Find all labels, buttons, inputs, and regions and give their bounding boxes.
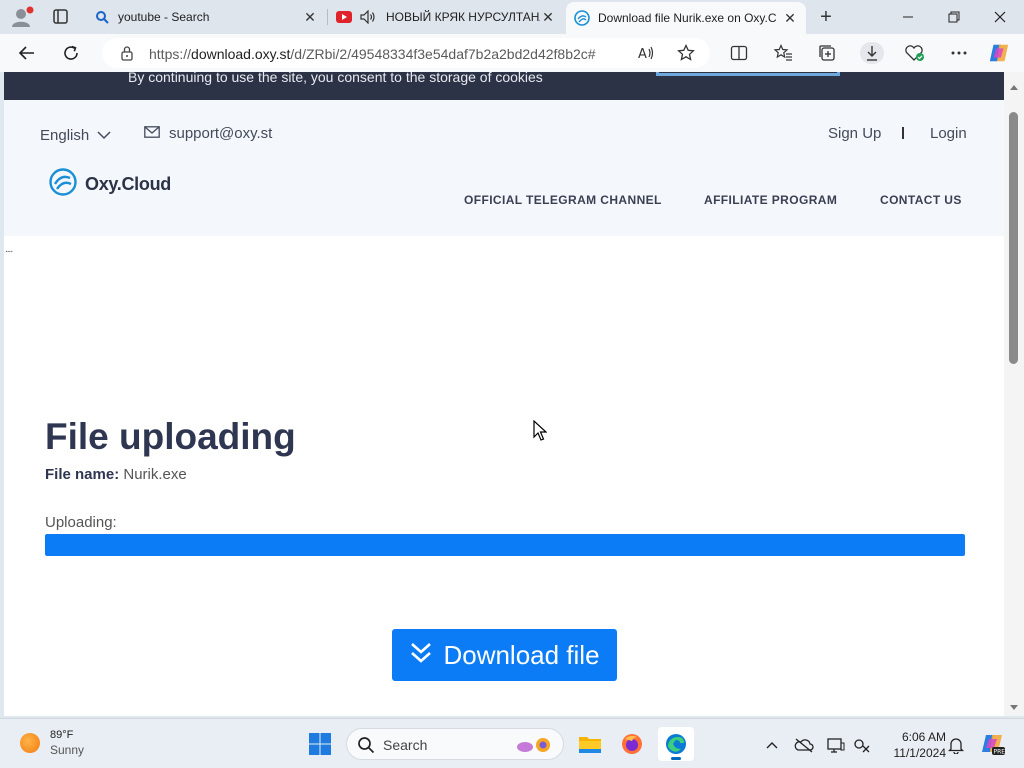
favorites-icon[interactable] bbox=[772, 42, 794, 64]
speaker-icon[interactable] bbox=[360, 9, 376, 25]
close-icon[interactable]: ✕ bbox=[540, 9, 556, 25]
new-tab-button[interactable]: + bbox=[814, 6, 838, 30]
oxy-cloud-logo-icon bbox=[49, 168, 77, 201]
support-email-link[interactable]: support@oxy.st bbox=[144, 125, 272, 142]
site-logo[interactable]: Oxy.Cloud bbox=[49, 168, 171, 201]
upload-progress-fill bbox=[45, 534, 965, 556]
web-page: By continuing to use the site, you conse… bbox=[4, 72, 1004, 716]
profile-avatar-icon[interactable] bbox=[8, 5, 36, 29]
notification-bell-icon[interactable] bbox=[946, 735, 966, 755]
onedrive-off-icon[interactable] bbox=[794, 735, 814, 755]
favorite-star-icon[interactable] bbox=[676, 43, 696, 63]
tab-title: Download file Nurik.exe on Oxy.C bbox=[598, 11, 777, 25]
windows-start-icon[interactable] bbox=[308, 732, 332, 756]
header-divider bbox=[902, 127, 904, 139]
refresh-button[interactable] bbox=[58, 40, 84, 66]
page-scrollbar[interactable] bbox=[1004, 72, 1024, 716]
ellipsis-text: .... bbox=[5, 244, 13, 255]
weather-widget[interactable]: 89°F Sunny bbox=[20, 728, 84, 758]
tab-title: НОВЫЙ КРЯК НУРСУЛТАНА bbox=[386, 10, 540, 24]
tab-youtube-search[interactable]: youtube - Search ✕ bbox=[86, 2, 326, 32]
download-button-label: Download file bbox=[443, 639, 600, 670]
lock-icon[interactable] bbox=[120, 45, 134, 61]
back-button[interactable] bbox=[14, 40, 40, 66]
tab-actions-icon[interactable] bbox=[44, 5, 76, 29]
login-link[interactable]: Login bbox=[930, 125, 967, 142]
upload-progress-bar bbox=[45, 534, 965, 556]
url-text[interactable]: https://download.oxy.st/d/ZRbi/2/4954833… bbox=[149, 46, 609, 62]
nav-contact-us[interactable]: CONTACT US bbox=[880, 193, 962, 207]
minimize-button[interactable] bbox=[886, 4, 930, 30]
downloads-icon[interactable] bbox=[860, 42, 884, 64]
copilot-preview-icon[interactable]: PRE bbox=[980, 731, 1006, 757]
tab-oxy-download[interactable]: Download file Nurik.exe on Oxy.C ✕ bbox=[566, 2, 806, 34]
cookie-banner: By continuing to use the site, you conse… bbox=[4, 72, 1004, 100]
scrollbar-thumb[interactable] bbox=[1009, 112, 1018, 364]
browser-toolbar: https://download.oxy.st/d/ZRbi/2/4954833… bbox=[0, 34, 1024, 72]
search-icon bbox=[357, 736, 375, 759]
mail-icon bbox=[144, 125, 160, 142]
url-path: /d/ZRbi/2/49548334f3e54daf7b2a2bd2d42f8b… bbox=[290, 46, 596, 62]
svg-text:A: A bbox=[638, 47, 647, 61]
cookie-accept-button[interactable] bbox=[656, 72, 840, 76]
chevron-down-icon bbox=[97, 127, 111, 144]
tab-youtube-video[interactable]: НОВЫЙ КРЯК НУРСУЛТАНА ✕ bbox=[328, 2, 564, 32]
sign-up-link[interactable]: Sign Up bbox=[828, 125, 881, 142]
edge-icon[interactable] bbox=[658, 727, 694, 761]
taskbar-search-label: Search bbox=[383, 737, 428, 753]
file-name-row: File name: Nurik.exe bbox=[45, 466, 187, 483]
site-header: English support@oxy.st Sign Up Login Oxy… bbox=[4, 100, 1004, 236]
collections-icon[interactable] bbox=[816, 42, 838, 64]
browser-tab-strip: youtube - Search ✕ НОВЫЙ КРЯК НУРСУЛТАНА… bbox=[0, 0, 1024, 34]
chevron-up-icon[interactable] bbox=[762, 735, 782, 755]
search-icon bbox=[94, 9, 110, 25]
oxy-cloud-icon bbox=[574, 10, 590, 26]
youtube-icon bbox=[336, 9, 352, 25]
search-highlight-icon bbox=[515, 735, 555, 755]
firefox-icon[interactable] bbox=[614, 727, 650, 761]
restore-button[interactable] bbox=[932, 4, 976, 30]
tab-title: youtube - Search bbox=[118, 10, 210, 24]
mouse-cursor-icon bbox=[533, 419, 548, 447]
uploading-label: Uploading: bbox=[45, 514, 117, 531]
display-icon[interactable] bbox=[826, 735, 846, 755]
taskbar-search[interactable]: Search bbox=[346, 728, 564, 760]
url-scheme: https:// bbox=[149, 46, 192, 62]
cookie-notice-text: By continuing to use the site, you conse… bbox=[128, 72, 543, 85]
file-explorer-icon[interactable] bbox=[572, 727, 608, 761]
read-aloud-icon[interactable]: A bbox=[636, 43, 656, 63]
url-host: download.oxy.st bbox=[191, 46, 291, 62]
clock-date: 11/1/2024 bbox=[893, 746, 947, 760]
more-menu-icon[interactable] bbox=[948, 42, 970, 64]
close-window-button[interactable] bbox=[978, 4, 1022, 30]
windows-taskbar: 89°F Sunny Search 6:06 AM 11/1/2024 PRE bbox=[0, 718, 1024, 768]
nav-telegram-channel[interactable]: OFFICIAL TELEGRAM CHANNEL bbox=[464, 193, 662, 207]
scroll-up-arrow-icon[interactable] bbox=[1009, 78, 1019, 96]
close-icon[interactable]: ✕ bbox=[782, 10, 798, 26]
network-icon[interactable] bbox=[852, 735, 872, 755]
split-screen-icon[interactable] bbox=[728, 42, 750, 64]
logo-text: Oxy.Cloud bbox=[85, 174, 171, 194]
support-email: support@oxy.st bbox=[169, 125, 273, 142]
download-file-button[interactable]: Download file bbox=[392, 629, 617, 681]
address-bar[interactable]: https://download.oxy.st/d/ZRbi/2/4954833… bbox=[102, 38, 710, 68]
system-clock[interactable]: 6:06 AM 11/1/2024 bbox=[880, 729, 947, 761]
copilot-icon[interactable] bbox=[988, 42, 1010, 64]
double-chevron-down-icon bbox=[409, 640, 433, 671]
language-selector[interactable]: English bbox=[40, 127, 111, 144]
file-name-value: Nurik.exe bbox=[123, 466, 187, 483]
page-title: File uploading bbox=[45, 416, 296, 457]
browser-essentials-icon[interactable] bbox=[904, 42, 926, 64]
sunny-weather-icon bbox=[20, 733, 40, 753]
scroll-down-arrow-icon[interactable] bbox=[1009, 698, 1019, 716]
svg-text:PRE: PRE bbox=[994, 749, 1006, 756]
file-name-label: File name: bbox=[45, 466, 120, 483]
weather-temperature: 89°F bbox=[50, 729, 74, 741]
language-label: English bbox=[40, 127, 90, 144]
close-icon[interactable]: ✕ bbox=[302, 9, 318, 25]
weather-condition: Sunny bbox=[50, 743, 85, 757]
clock-time: 6:06 AM bbox=[901, 730, 946, 744]
nav-affiliate-program[interactable]: AFFILIATE PROGRAM bbox=[704, 193, 837, 207]
